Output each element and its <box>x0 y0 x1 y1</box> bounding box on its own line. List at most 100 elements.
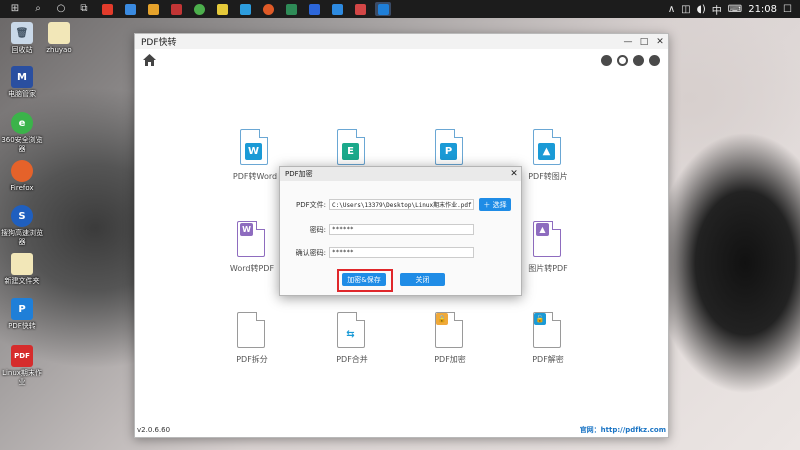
taskbar-app-4-icon[interactable] <box>168 2 184 16</box>
desktop-icon-linux-pdf[interactable]: PDF Linux期末作业 <box>0 345 44 387</box>
website-link[interactable]: 官网：http://pdfkz.com <box>580 425 666 435</box>
taskbar-app-1-icon[interactable] <box>99 2 115 16</box>
dialog-titlebar[interactable]: PDF加密 ✕ <box>280 167 521 181</box>
desktop-icon-label: Firefox <box>10 184 34 192</box>
app-toolbar <box>135 49 668 71</box>
pdf-to-image-icon: ▲ <box>533 129 563 165</box>
tool-pdf-encrypt[interactable]: 🔒 PDF加密 <box>410 312 490 365</box>
window-title: PDF快转 <box>141 38 177 48</box>
password-label: 密码: <box>309 225 326 234</box>
tool-label: PDF解密 <box>532 355 564 364</box>
tool-pdf-decrypt[interactable]: 🔓 PDF解密 <box>508 312 588 365</box>
taskbar-app-3-icon[interactable] <box>145 2 161 16</box>
desktop-icon-firefox[interactable]: Firefox <box>0 160 44 193</box>
version-label: v2.0.6.60 <box>137 426 171 434</box>
pdfkz-app-icon: P <box>11 298 33 320</box>
encrypt-save-button[interactable]: 加密&保存 <box>342 273 386 286</box>
maximize-button[interactable]: □ <box>636 37 652 47</box>
pdf-to-excel-icon: E <box>337 129 367 165</box>
taskbar-app-10-icon[interactable] <box>306 2 322 16</box>
tray-chevron-icon[interactable]: ∧ <box>668 4 675 15</box>
tool-pdf-split[interactable]: PDF拆分 <box>212 312 292 365</box>
tool-label: 图片转PDF <box>528 264 568 273</box>
tray-network-icon[interactable]: ◫ <box>681 4 690 15</box>
desktop-icon-new-folder[interactable]: 新建文件夹 <box>0 253 44 286</box>
notification-icon[interactable]: ☐ <box>783 4 792 15</box>
user-icon[interactable] <box>633 54 644 66</box>
taskbar-app-2-icon[interactable] <box>122 2 138 16</box>
minimize-button[interactable]: — <box>620 37 636 47</box>
tool-pdf-to-ppt[interactable]: P <box>410 129 490 171</box>
taskbar-app-12-icon[interactable] <box>352 2 368 16</box>
tool-label: Word转PDF <box>229 264 275 273</box>
taskbar-app-8-icon[interactable] <box>260 2 276 16</box>
browser-360-icon: e <box>11 112 33 134</box>
password-row: 密码: ****** <box>280 224 474 235</box>
confirm-password-label: 确认密码: <box>295 248 326 257</box>
tool-label: PDF拆分 <box>236 355 268 364</box>
tool-pdf-merge[interactable]: ⇆ PDF合并 <box>312 312 392 365</box>
dialog-close-icon[interactable]: ✕ <box>507 169 521 179</box>
password-input[interactable]: ****** <box>329 224 474 235</box>
word-to-pdf-icon: W <box>237 221 267 257</box>
desktop-icon-sogou-browser[interactable]: S 搜狗高速浏览器 <box>0 205 44 247</box>
taskbar-app-7-icon[interactable] <box>237 2 253 16</box>
desktop-icon-label: 新建文件夹 <box>4 277 40 285</box>
desktop-icon-label: 电脑管家 <box>8 90 36 98</box>
tool-label: PDF加密 <box>434 355 466 364</box>
sogou-browser-icon: S <box>11 205 33 227</box>
tool-label: PDF转Word <box>232 172 278 181</box>
firefox-icon <box>11 160 33 182</box>
desktop-icon-label: Linux期末作业 <box>2 369 42 386</box>
tray-language-indicator[interactable]: 中 <box>712 2 722 17</box>
task-view-icon[interactable]: ⧉ <box>76 2 92 16</box>
pdf-encrypt-dialog: PDF加密 ✕ PDF文件: C:\Users\13379\Desktop\Li… <box>279 166 522 296</box>
taskbar-app-5-icon[interactable] <box>191 2 207 16</box>
tool-label: PDF转图片 <box>528 172 568 181</box>
home-icon[interactable] <box>143 54 156 66</box>
headset-icon[interactable] <box>617 54 628 66</box>
cortana-icon[interactable]: ○ <box>53 2 69 16</box>
confirm-password-row: 确认密码: ****** <box>280 247 474 258</box>
tray-keyboard-icon[interactable]: ⌨ <box>728 4 742 15</box>
taskbar-app-6-icon[interactable] <box>214 2 230 16</box>
window-titlebar[interactable]: PDF快转 — □ ✕ <box>135 34 668 49</box>
desktop-icon-pc-manager[interactable]: M 电脑管家 <box>0 66 44 99</box>
clock[interactable]: 21:08 <box>748 4 777 15</box>
choose-file-button[interactable]: ＋ 选择 <box>479 198 511 211</box>
desktop-icon-label: zhuyao <box>46 46 72 54</box>
desktop-icon-360-browser[interactable]: e 360安全浏览器 <box>0 112 44 154</box>
dialog-close-button[interactable]: 关闭 <box>400 273 445 286</box>
taskbar-app-9-icon[interactable] <box>283 2 299 16</box>
tray-volume-icon[interactable]: ◖) <box>697 4 706 15</box>
status-bar: v2.0.6.60 官网：http://pdfkz.com <box>135 423 668 437</box>
close-window-button[interactable]: ✕ <box>652 37 668 47</box>
gear-icon[interactable] <box>649 54 660 66</box>
document-icon <box>48 22 70 44</box>
taskbar-app-11-icon[interactable] <box>329 2 345 16</box>
image-to-pdf-icon: ▲ <box>533 221 563 257</box>
tool-pdf-to-excel[interactable]: E <box>312 129 392 171</box>
desktop-icon-pdfkz[interactable]: P PDF快转 <box>0 298 44 331</box>
pdf-file-icon: PDF <box>11 345 33 367</box>
file-path-input[interactable]: C:\Users\13379\Desktop\Linux期末作业.pdf <box>329 199 474 210</box>
pdf-decrypt-icon: 🔓 <box>533 312 563 348</box>
file-label: PDF文件: <box>296 200 326 209</box>
taskbar-app-pdf-icon[interactable] <box>375 2 391 16</box>
tool-label: PDF合并 <box>336 355 368 364</box>
pdf-encrypt-icon: 🔒 <box>435 312 465 348</box>
folder-icon <box>11 253 33 275</box>
windows-start-icon[interactable]: ⊞ <box>7 2 23 16</box>
dialog-title: PDF加密 <box>285 170 313 178</box>
pdf-merge-icon: ⇆ <box>337 312 367 348</box>
recycle-bin-icon: 🗑 <box>11 22 33 44</box>
taskbar: ⊞ ⌕ ○ ⧉ ∧ ◫ ◖) 中 ⌨ 21:08 ☐ <box>0 0 800 18</box>
pdf-to-word-icon: W <box>240 129 270 165</box>
desktop-icon-zhuyao[interactable]: zhuyao <box>37 22 81 55</box>
desktop-icon-label: 搜狗高速浏览器 <box>1 229 43 246</box>
confirm-password-input[interactable]: ****** <box>329 247 474 258</box>
desktop-icon-label: 360安全浏览器 <box>1 136 43 153</box>
chat-icon[interactable] <box>601 54 612 66</box>
pdf-to-ppt-icon: P <box>435 129 465 165</box>
search-icon[interactable]: ⌕ <box>30 2 46 16</box>
